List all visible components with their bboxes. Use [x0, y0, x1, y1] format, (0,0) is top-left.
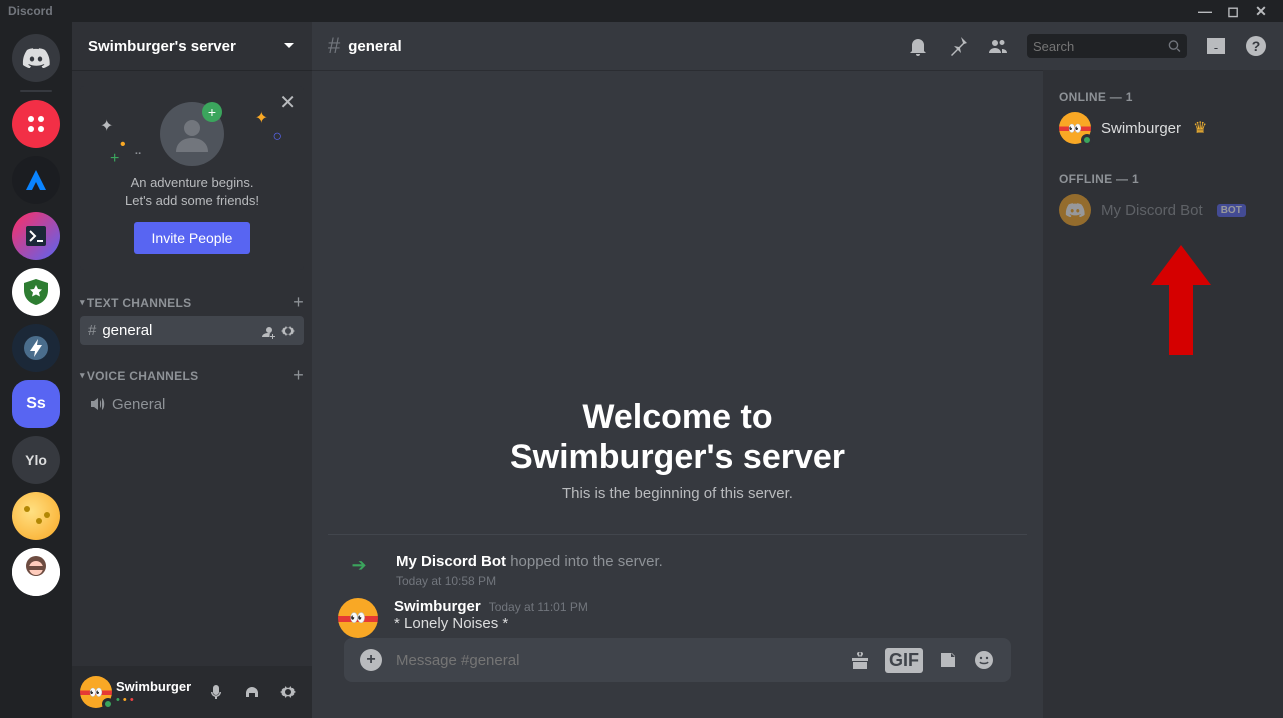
- mute-button[interactable]: [200, 676, 232, 708]
- member-category-offline: OFFLINE — 1: [1051, 168, 1275, 190]
- join-arrow-icon: ➔: [338, 555, 380, 576]
- chevron-down-icon: ▾: [80, 370, 85, 381]
- guild-rail: Ss Ylo: [0, 22, 72, 718]
- discord-logo-icon: [22, 48, 50, 68]
- help-icon[interactable]: ?: [1245, 35, 1267, 57]
- notifications-icon[interactable]: [907, 35, 929, 57]
- add-channel-button[interactable]: +: [293, 365, 304, 386]
- window-maximize-button[interactable]: ◻: [1219, 3, 1247, 20]
- hash-icon: #: [88, 322, 96, 339]
- invite-card: ✕ ✦ • ✦ ○ ⠒ + + An adventure begins. Let…: [80, 86, 304, 270]
- user-settings-button[interactable]: [272, 676, 304, 708]
- titlebar: Discord — ◻ ✕: [0, 0, 1283, 22]
- invite-people-button[interactable]: Invite People: [134, 222, 251, 254]
- gear-icon[interactable]: [280, 323, 296, 339]
- message-author[interactable]: Swimburger: [394, 598, 481, 615]
- user-avatar[interactable]: 👀: [80, 676, 112, 708]
- server-header[interactable]: Swimburger's server: [72, 22, 312, 70]
- server-name: Swimburger's server: [88, 38, 282, 55]
- close-icon[interactable]: ✕: [279, 90, 296, 115]
- speaker-icon: [88, 395, 106, 413]
- window-minimize-button[interactable]: —: [1191, 3, 1219, 19]
- guild-button[interactable]: [12, 492, 60, 540]
- welcome-block: Welcome to Swimburger's server This is t…: [328, 397, 1027, 502]
- inbox-icon[interactable]: [1205, 35, 1227, 57]
- chat-header: # general ?: [312, 22, 1283, 70]
- bot-tag: BOT: [1217, 204, 1246, 217]
- gif-button[interactable]: GIF: [885, 648, 923, 673]
- text-channel-general[interactable]: # general: [80, 316, 304, 345]
- channel-sidebar: Swimburger's server ✕ ✦ • ✦ ○ ⠒ + + An a…: [72, 22, 312, 718]
- hash-icon: #: [328, 33, 340, 59]
- attach-button[interactable]: +: [360, 649, 382, 671]
- app-title: Discord: [8, 4, 53, 18]
- system-message: ➔ My Discord Bot hopped into the server.…: [328, 551, 1027, 590]
- message-list: Welcome to Swimburger's server This is t…: [312, 70, 1043, 718]
- create-invite-icon[interactable]: [260, 323, 276, 339]
- member-category-online: ONLINE — 1: [1051, 86, 1275, 108]
- chevron-down-icon: [282, 39, 296, 53]
- avatar-icon: [12, 548, 60, 596]
- guild-button-current[interactable]: Ss: [12, 380, 60, 428]
- crown-icon: ♛: [1193, 118, 1207, 138]
- annotation-arrow-icon: [1151, 245, 1211, 355]
- user-panel: 👀 Swimburger • • •: [72, 666, 312, 718]
- invite-text: An adventure begins. Let's add some frie…: [96, 174, 288, 210]
- deafen-button[interactable]: [236, 676, 268, 708]
- channel-name: general: [348, 38, 401, 55]
- message-input[interactable]: [396, 652, 835, 669]
- plus-badge-icon: +: [202, 102, 222, 122]
- guild-button[interactable]: [12, 548, 60, 596]
- welcome-subtitle: This is the beginning of this server.: [328, 485, 1027, 502]
- status-online-icon: [102, 698, 114, 710]
- message-avatar[interactable]: 👀: [338, 598, 378, 638]
- user-name: Swimburger: [116, 679, 191, 694]
- member-list-icon[interactable]: [987, 35, 1009, 57]
- member-row[interactable]: My Discord Bot BOT: [1051, 190, 1275, 230]
- welcome-title: Welcome to Swimburger's server: [328, 397, 1027, 477]
- guild-button[interactable]: [12, 212, 60, 260]
- guild-button[interactable]: [12, 100, 60, 148]
- window-close-button[interactable]: ✕: [1247, 3, 1275, 20]
- bolt-icon: [23, 335, 49, 361]
- home-button[interactable]: [12, 34, 60, 82]
- emoji-icon[interactable]: [973, 649, 995, 671]
- message-timestamp: Today at 11:01 PM: [489, 600, 588, 614]
- user-tag: • • •: [116, 694, 191, 706]
- chevron-down-icon: ▾: [80, 297, 85, 308]
- discord-logo-icon: [1065, 203, 1085, 217]
- dots-icon: [25, 113, 47, 135]
- guild-button[interactable]: [12, 156, 60, 204]
- search-input[interactable]: [1027, 34, 1187, 58]
- search-icon: [1168, 39, 1181, 53]
- guild-button[interactable]: [12, 324, 60, 372]
- sticker-icon[interactable]: [937, 649, 959, 671]
- pinned-messages-icon[interactable]: [947, 35, 969, 57]
- status-online-icon: [1081, 134, 1093, 146]
- voice-channel-general[interactable]: General: [80, 389, 304, 419]
- user-message: 👀 Swimburger Today at 11:01 PM * Lonely …: [328, 590, 1027, 638]
- message-content: * Lonely Noises *: [394, 615, 588, 632]
- category-text-channels[interactable]: ▾ TEXT CHANNELS +: [72, 286, 312, 315]
- member-row[interactable]: 👀 Swimburger ♛: [1051, 108, 1275, 148]
- gift-icon[interactable]: [849, 649, 871, 671]
- add-channel-button[interactable]: +: [293, 292, 304, 313]
- chat-area: # general ? Welcome to Swimburger's serv…: [312, 22, 1283, 718]
- letter-a-icon: [22, 166, 50, 194]
- terminal-icon: [26, 226, 46, 246]
- svg-text:?: ?: [1252, 38, 1261, 54]
- guild-button[interactable]: [12, 268, 60, 316]
- category-voice-channels[interactable]: ▾ VOICE CHANNELS +: [72, 359, 312, 388]
- message-composer: + GIF: [344, 638, 1011, 682]
- message-timestamp: Today at 10:58 PM: [396, 574, 663, 588]
- shield-star-icon: [21, 277, 51, 307]
- member-list-panel: ONLINE — 1 👀 Swimburger ♛ OFFLINE — 1: [1043, 70, 1283, 718]
- guild-button[interactable]: Ylo: [12, 436, 60, 484]
